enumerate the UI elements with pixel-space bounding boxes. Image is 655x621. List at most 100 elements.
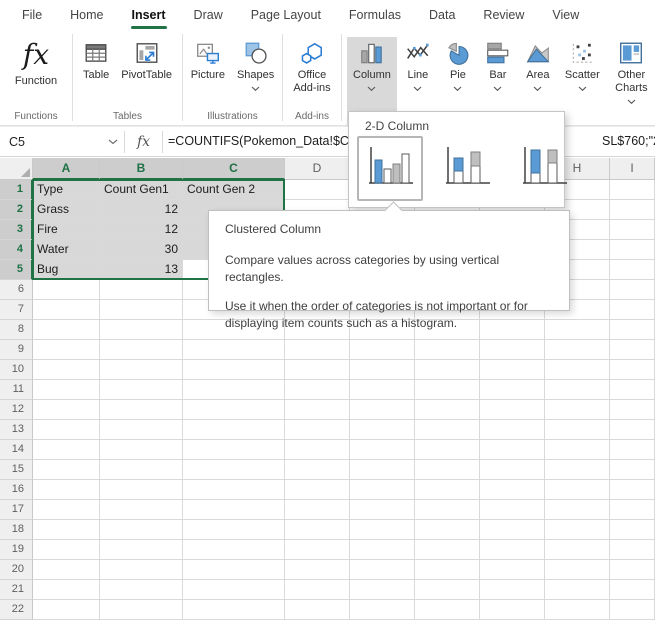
cell-H14[interactable]	[545, 440, 610, 460]
cell-I15[interactable]	[610, 460, 655, 480]
cell-G12[interactable]	[480, 400, 545, 420]
cell-A8[interactable]	[33, 320, 100, 340]
row-header-16[interactable]: 16	[0, 480, 33, 500]
cell-E22[interactable]	[350, 600, 415, 620]
tab-file[interactable]: File	[8, 0, 56, 30]
bar-chart-button[interactable]: Bar	[479, 37, 517, 95]
cell-F10[interactable]	[415, 360, 480, 380]
cell-I7[interactable]	[610, 300, 655, 320]
row-header-18[interactable]: 18	[0, 520, 33, 540]
row-header-15[interactable]: 15	[0, 460, 33, 480]
cell-H10[interactable]	[545, 360, 610, 380]
cell-F12[interactable]	[415, 400, 480, 420]
row-header-10[interactable]: 10	[0, 360, 33, 380]
cell-F17[interactable]	[415, 500, 480, 520]
cell-G11[interactable]	[480, 380, 545, 400]
cell-D21[interactable]	[285, 580, 350, 600]
tab-review[interactable]: Review	[469, 0, 538, 30]
cell-G13[interactable]	[480, 420, 545, 440]
cell-A18[interactable]	[33, 520, 100, 540]
cell-E17[interactable]	[350, 500, 415, 520]
tab-draw[interactable]: Draw	[180, 0, 237, 30]
cell-F21[interactable]	[415, 580, 480, 600]
cell-I19[interactable]	[610, 540, 655, 560]
cell-A2[interactable]: Grass	[33, 200, 100, 220]
cell-B22[interactable]	[100, 600, 183, 620]
cell-A9[interactable]	[33, 340, 100, 360]
row-header-8[interactable]: 8	[0, 320, 33, 340]
cell-C14[interactable]	[183, 440, 285, 460]
cell-I20[interactable]	[610, 560, 655, 580]
cell-B19[interactable]	[100, 540, 183, 560]
pivottable-button[interactable]: PivotTable	[115, 37, 178, 85]
cell-I13[interactable]	[610, 420, 655, 440]
cell-F11[interactable]	[415, 380, 480, 400]
stacked-column-option[interactable]	[434, 136, 500, 201]
cell-B15[interactable]	[100, 460, 183, 480]
cell-D12[interactable]	[285, 400, 350, 420]
row-header-12[interactable]: 12	[0, 400, 33, 420]
scatter-chart-button[interactable]: Scatter	[559, 37, 606, 95]
cell-H21[interactable]	[545, 580, 610, 600]
cell-B4[interactable]: 30	[100, 240, 183, 260]
cell-B5[interactable]: 13	[100, 260, 183, 280]
cell-I11[interactable]	[610, 380, 655, 400]
column-header-B[interactable]: B	[100, 158, 183, 180]
cell-E15[interactable]	[350, 460, 415, 480]
cell-G20[interactable]	[480, 560, 545, 580]
cell-H20[interactable]	[545, 560, 610, 580]
cell-F15[interactable]	[415, 460, 480, 480]
row-header-20[interactable]: 20	[0, 560, 33, 580]
cell-A22[interactable]	[33, 600, 100, 620]
cell-D1[interactable]	[285, 180, 350, 200]
cell-C12[interactable]	[183, 400, 285, 420]
cell-I16[interactable]	[610, 480, 655, 500]
cell-B1[interactable]: Count Gen1	[100, 180, 183, 200]
cell-B2[interactable]: 12	[100, 200, 183, 220]
cell-D17[interactable]	[285, 500, 350, 520]
cell-F19[interactable]	[415, 540, 480, 560]
cell-C21[interactable]	[183, 580, 285, 600]
cell-H19[interactable]	[545, 540, 610, 560]
cell-I22[interactable]	[610, 600, 655, 620]
cell-I4[interactable]	[610, 240, 655, 260]
cell-D15[interactable]	[285, 460, 350, 480]
cell-D10[interactable]	[285, 360, 350, 380]
cell-B9[interactable]	[100, 340, 183, 360]
column-header-I[interactable]: I	[610, 158, 655, 180]
cell-E16[interactable]	[350, 480, 415, 500]
cell-A3[interactable]: Fire	[33, 220, 100, 240]
tab-insert[interactable]: Insert	[118, 0, 180, 30]
cell-E10[interactable]	[350, 360, 415, 380]
cell-I5[interactable]	[610, 260, 655, 280]
cell-A7[interactable]	[33, 300, 100, 320]
cell-G17[interactable]	[480, 500, 545, 520]
cell-E13[interactable]	[350, 420, 415, 440]
cell-H18[interactable]	[545, 520, 610, 540]
cell-A16[interactable]	[33, 480, 100, 500]
cell-G22[interactable]	[480, 600, 545, 620]
cell-C16[interactable]	[183, 480, 285, 500]
row-header-17[interactable]: 17	[0, 500, 33, 520]
cell-D18[interactable]	[285, 520, 350, 540]
cell-D14[interactable]	[285, 440, 350, 460]
tab-data[interactable]: Data	[415, 0, 469, 30]
row-header-14[interactable]: 14	[0, 440, 33, 460]
pie-chart-button[interactable]: Pie	[439, 37, 477, 95]
select-all-corner[interactable]	[0, 158, 33, 180]
cell-C19[interactable]	[183, 540, 285, 560]
cell-D9[interactable]	[285, 340, 350, 360]
cell-C18[interactable]	[183, 520, 285, 540]
cell-F22[interactable]	[415, 600, 480, 620]
cell-A5[interactable]: Bug	[33, 260, 100, 280]
cell-A15[interactable]	[33, 460, 100, 480]
cell-E14[interactable]	[350, 440, 415, 460]
cell-A12[interactable]	[33, 400, 100, 420]
tab-view[interactable]: View	[538, 0, 593, 30]
cell-C13[interactable]	[183, 420, 285, 440]
column-header-D[interactable]: D	[285, 158, 350, 180]
cell-C10[interactable]	[183, 360, 285, 380]
cell-B6[interactable]	[100, 280, 183, 300]
cell-D22[interactable]	[285, 600, 350, 620]
cell-E21[interactable]	[350, 580, 415, 600]
